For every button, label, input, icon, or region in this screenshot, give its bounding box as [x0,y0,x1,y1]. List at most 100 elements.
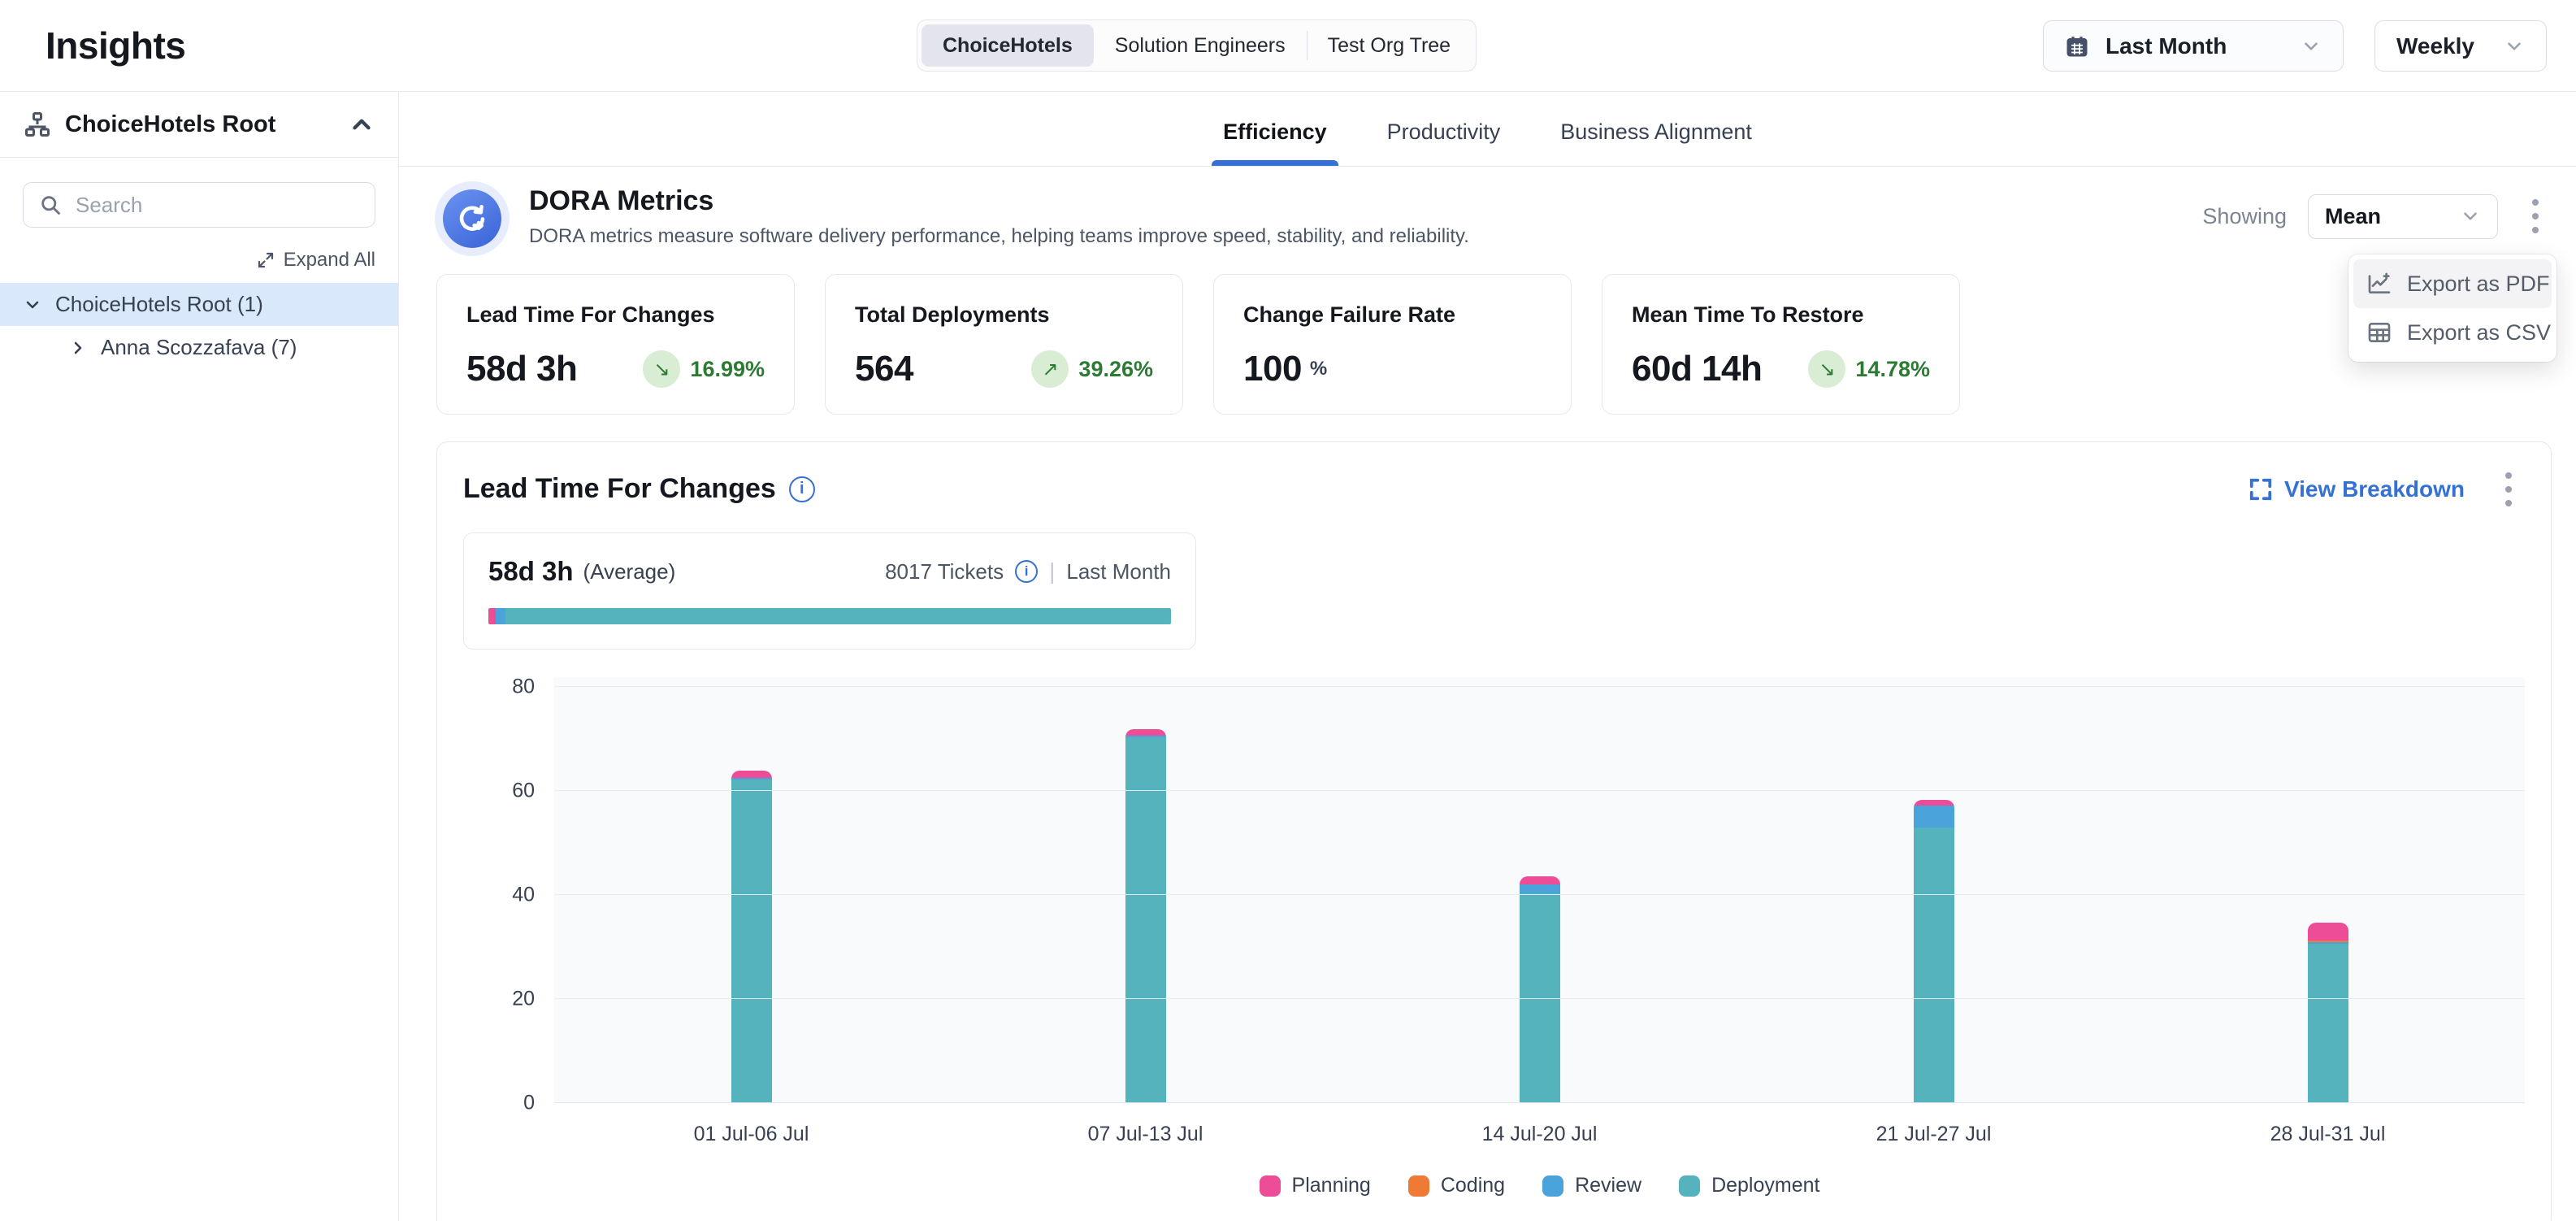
trend-up-icon: ↗ [1031,350,1069,388]
bar-segment-review [1914,806,1954,828]
org-tree-icon [23,110,52,139]
y-tick-label: 80 [512,675,535,698]
showing-mode-dropdown[interactable]: Mean [2308,194,2498,239]
menu-item-export-as-pdf[interactable]: Export as PDF [2353,259,2552,308]
lead-time-title: Lead Time For Changes [463,473,776,505]
top-controls: Last Month Weekly [2043,20,2547,72]
menu-item-label: Export as PDF [2407,272,2550,297]
x-tick-label: 28 Jul-31 Jul [2131,1123,2525,1146]
bar-segment-deployment [731,780,772,1103]
chart-bar-slot [1342,677,1737,1103]
bar-segment-deployment [1125,737,1166,1103]
metric-unit: % [1310,358,1327,380]
lead-time-kebab-menu-button[interactable] [2492,467,2525,511]
metric-title: Change Failure Rate [1243,302,1542,328]
sidebar-root-label: ChoiceHotels Root [65,111,335,138]
average-suffix: (Average) [583,559,676,584]
org-tab-group: ChoiceHotelsSolution EngineersTest Org T… [917,20,1477,72]
lead-time-chart: 020406080 01 Jul-06 Jul07 Jul-13 Jul14 J… [463,677,2525,1197]
dora-kebab-menu-button[interactable] [2519,194,2552,239]
x-tick-label: 01 Jul-06 Jul [554,1123,948,1146]
metric-value: 564 [855,349,913,389]
legend-label: Review [1575,1174,1641,1197]
gridline-20 [554,998,2525,999]
org-tab-test-org-tree[interactable]: Test Org Tree [1307,24,1472,67]
chart-bar-slot [948,677,1342,1103]
tab-business-alignment[interactable]: Business Alignment [1560,119,1752,166]
progress-segment-planning [488,608,496,624]
metric-value-row: 564↗39.26% [855,349,1153,389]
menu-item-export-as-csv[interactable]: Export as CSV [2353,308,2552,357]
table-icon [2366,319,2392,345]
dora-title: DORA Metrics [529,185,1469,217]
tree-item[interactable]: Anna Scozzafava (7) [0,326,398,369]
gridline-0 [554,1102,2525,1103]
x-axis-labels: 01 Jul-06 Jul07 Jul-13 Jul14 Jul-20 Jul 2… [554,1123,2525,1146]
dora-description: DORA metrics measure software delivery p… [529,225,1469,248]
legend-label: Coding [1441,1174,1505,1197]
legend-label: Planning [1292,1174,1371,1197]
y-tick-label: 60 [512,779,535,802]
org-tab-choicehotels[interactable]: ChoiceHotels [922,24,1094,67]
chart-bar[interactable] [1914,800,1954,1103]
bar-segment-review [1520,884,1560,893]
tree-item-label: Anna Scozzafava (7) [101,335,297,360]
legend-item-coding: Coding [1408,1174,1505,1197]
metric-title: Mean Time To Restore [1632,302,1930,328]
metric-value-row: 60d 14h↘14.78% [1632,349,1930,389]
x-tick-label: 07 Jul-13 Jul [948,1123,1342,1146]
info-icon[interactable]: i [1015,560,1038,583]
metric-title: Lead Time For Changes [466,302,765,328]
legend-item-planning: Planning [1260,1174,1371,1197]
metric-title: Total Deployments [855,302,1153,328]
legend-swatch [1542,1175,1563,1197]
chart-bar-slot [1737,677,2131,1103]
bar-segment-planning [731,771,772,778]
x-tick-label: 14 Jul-20 Jul [1342,1123,1737,1146]
info-icon[interactable]: i [789,476,815,502]
metric-value-row: 58d 3h↘16.99% [466,349,765,389]
bar-segment-planning [1125,729,1166,736]
legend-swatch [1679,1175,1700,1197]
lead-time-card: Lead Time For Changes i View Breakdown [436,441,2552,1221]
view-breakdown-button[interactable]: View Breakdown [2249,476,2465,502]
legend-swatch [1408,1175,1429,1197]
bar-segment-deployment [2308,944,2348,1103]
metric-card-change-failure-rate: Change Failure Rate 100% [1213,274,1572,415]
chevron-down-icon[interactable] [23,295,42,315]
search-input[interactable] [23,182,375,228]
tree-item[interactable]: ChoiceHotels Root (1) [0,283,398,326]
period-label: Last Month [1066,559,1171,584]
trend-percent: 14.78% [1855,357,1930,382]
chart-bar[interactable] [731,771,772,1103]
legend-swatch [1260,1175,1281,1197]
chevron-down-icon [2460,206,2481,227]
tab-efficiency[interactable]: Efficiency [1223,119,1327,166]
org-tree: ChoiceHotels Root (1) Anna Scozzafava (7) [0,283,398,369]
org-tab-solution-engineers[interactable]: Solution Engineers [1094,24,1307,67]
average-summary-card: 58d 3h (Average) 8017 Tickets i | Last M… [463,532,1196,650]
tab-productivity[interactable]: Productivity [1387,119,1501,166]
average-value: 58d 3h [488,556,574,587]
tree-item-label: ChoiceHotels Root (1) [55,292,263,317]
sidebar-search [23,182,375,228]
chart-bars [554,677,2525,1103]
chart-bar[interactable] [2308,923,2348,1103]
date-range-dropdown[interactable]: Last Month [2043,20,2344,72]
legend-item-deployment: Deployment [1679,1174,1819,1197]
page-title: Insights [46,24,185,67]
chevron-right-icon[interactable] [68,338,88,358]
expand-all-button[interactable]: Expand All [256,249,375,272]
chart-plot [554,677,2525,1103]
granularity-dropdown[interactable]: Weekly [2374,20,2547,72]
chart-bar[interactable] [1125,729,1166,1103]
sidebar-header: ChoiceHotels Root [0,92,398,158]
export-menu: Export as PDF Export as CSV [2348,254,2556,362]
metric-value: 100 [1243,349,1302,389]
collapse-sidebar-icon[interactable] [348,111,375,138]
chart-bar[interactable] [1520,876,1560,1103]
separator: | [1049,558,1055,584]
expand-all-label: Expand All [284,249,375,272]
gridline-80 [554,686,2525,687]
bar-segment-planning [1520,876,1560,884]
